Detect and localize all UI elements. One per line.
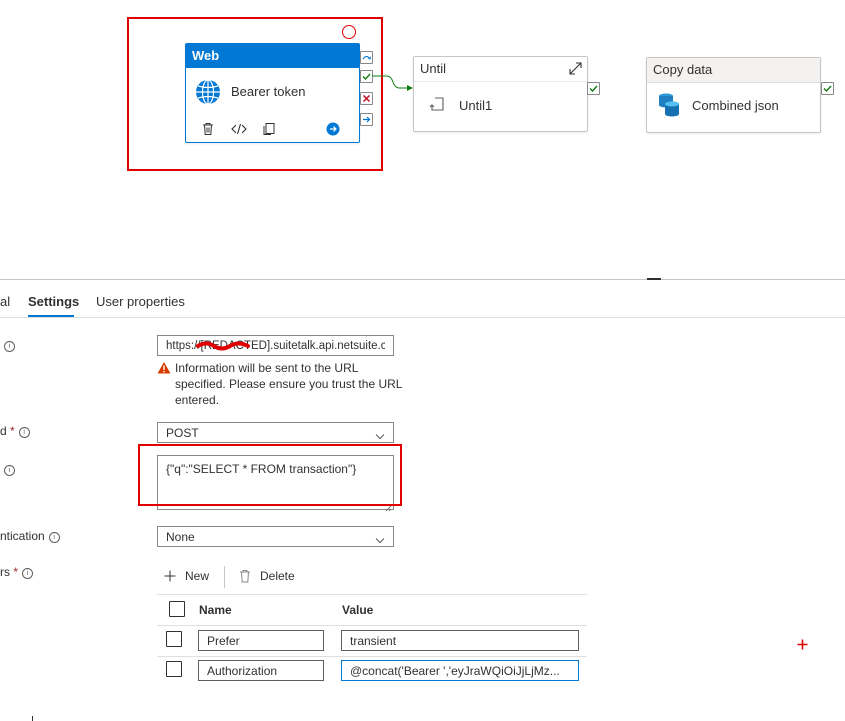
header-value-text: @concat('Bearer ','eyJraWQiOiJjLjMz... — [350, 663, 560, 678]
headers-table: Name Value Prefer transient Authorizatio… — [157, 594, 587, 686]
chevron-down-icon — [375, 429, 385, 443]
header-name-input[interactable]: Prefer — [198, 630, 324, 651]
delete-header-label: Delete — [260, 569, 295, 583]
arrow-right-circle-icon[interactable] — [326, 122, 340, 139]
highlight-box-body — [138, 444, 402, 506]
plus-icon — [163, 569, 177, 583]
tabs-divider — [0, 317, 845, 318]
column-header-name: Name — [199, 603, 232, 617]
add-header-label: New — [185, 569, 210, 583]
cursor-mark — [32, 716, 33, 721]
method-value: POST — [166, 425, 199, 440]
header-value-text: transient — [350, 633, 397, 648]
header-value-input[interactable]: @concat('Bearer ','eyJraWQiOiJjLjMz... — [341, 660, 579, 681]
tab-settings[interactable]: Settings — [28, 294, 79, 309]
row-checkbox[interactable] — [166, 661, 182, 677]
circle-marker-icon — [342, 25, 356, 39]
body-label: i — [0, 462, 15, 476]
skip-output-icon[interactable] — [360, 51, 373, 64]
until-activity-name: Until1 — [459, 98, 493, 113]
info-icon[interactable]: i — [4, 465, 15, 476]
url-warning-text: Information will be sent to the URL spec… — [175, 361, 403, 407]
toolbar-separator — [224, 566, 225, 588]
pipeline-canvas: Web Bearer token Until Until1 Copy data … — [0, 0, 845, 278]
table-top-border — [157, 594, 587, 595]
until-activity-type-label: Until — [414, 57, 587, 82]
copy-success-output-icon[interactable] — [821, 82, 834, 95]
header-value-input[interactable]: transient — [341, 630, 579, 651]
row-checkbox[interactable] — [166, 631, 182, 647]
code-icon[interactable] — [231, 122, 247, 139]
web-activity-name: Bearer token — [231, 84, 306, 99]
globe-icon — [194, 78, 222, 109]
delete-icon — [239, 569, 251, 583]
copy-activity-type-label: Copy data — [647, 58, 820, 83]
header-name-input[interactable]: Authorization — [198, 660, 324, 681]
table-row: Prefer transient — [157, 626, 587, 656]
until-activity-node[interactable]: Until Until1 — [413, 56, 588, 132]
until-success-output-icon[interactable] — [587, 82, 600, 95]
url-input[interactable]: https://[REDACTED].suitetalk.api.netsuit… — [157, 335, 394, 356]
copy-activity-name: Combined json — [692, 98, 779, 113]
authentication-label: ntication i — [0, 529, 60, 543]
expand-icon[interactable] — [568, 61, 583, 79]
delete-header-button[interactable]: Delete — [239, 569, 295, 583]
plus-marker-icon — [797, 639, 808, 653]
properties-panel: al Settings User properties i https://[R… — [0, 280, 845, 721]
headers-label: rs * i — [0, 565, 34, 579]
tab-user-properties[interactable]: User properties — [96, 294, 185, 309]
redaction-scribble — [196, 341, 250, 351]
header-name-value: Authorization — [207, 663, 278, 678]
database-copy-icon — [657, 92, 681, 121]
success-connector-arrow[interactable] — [371, 72, 415, 94]
add-header-button[interactable]: New — [163, 569, 209, 583]
delete-icon[interactable] — [201, 122, 215, 139]
method-label: d * i — [0, 424, 30, 438]
authentication-value: None — [166, 529, 195, 544]
copy-activity-node[interactable]: Copy data Combined json — [646, 57, 821, 133]
header-name-value: Prefer — [207, 633, 240, 648]
web-activity-node[interactable]: Web Bearer token — [185, 43, 360, 143]
table-row: Authorization @concat('Bearer ','eyJraWQ… — [157, 656, 587, 686]
chevron-down-icon — [375, 533, 385, 547]
authentication-select[interactable]: None — [157, 526, 394, 547]
copy-icon[interactable] — [262, 122, 276, 139]
web-activity-type-label: Web — [186, 44, 359, 68]
info-icon[interactable]: i — [48, 532, 60, 543]
column-header-value: Value — [342, 603, 374, 617]
warning-icon — [157, 361, 171, 377]
completion-output-icon[interactable] — [360, 113, 373, 126]
loop-icon — [428, 96, 446, 117]
url-label: i — [0, 338, 15, 352]
info-icon[interactable]: i — [22, 568, 34, 579]
select-all-checkbox[interactable] — [169, 601, 185, 617]
info-icon[interactable]: i — [18, 427, 30, 438]
tab-general[interactable]: al — [0, 294, 10, 309]
method-select[interactable]: POST — [157, 422, 394, 443]
info-icon[interactable]: i — [4, 341, 15, 352]
